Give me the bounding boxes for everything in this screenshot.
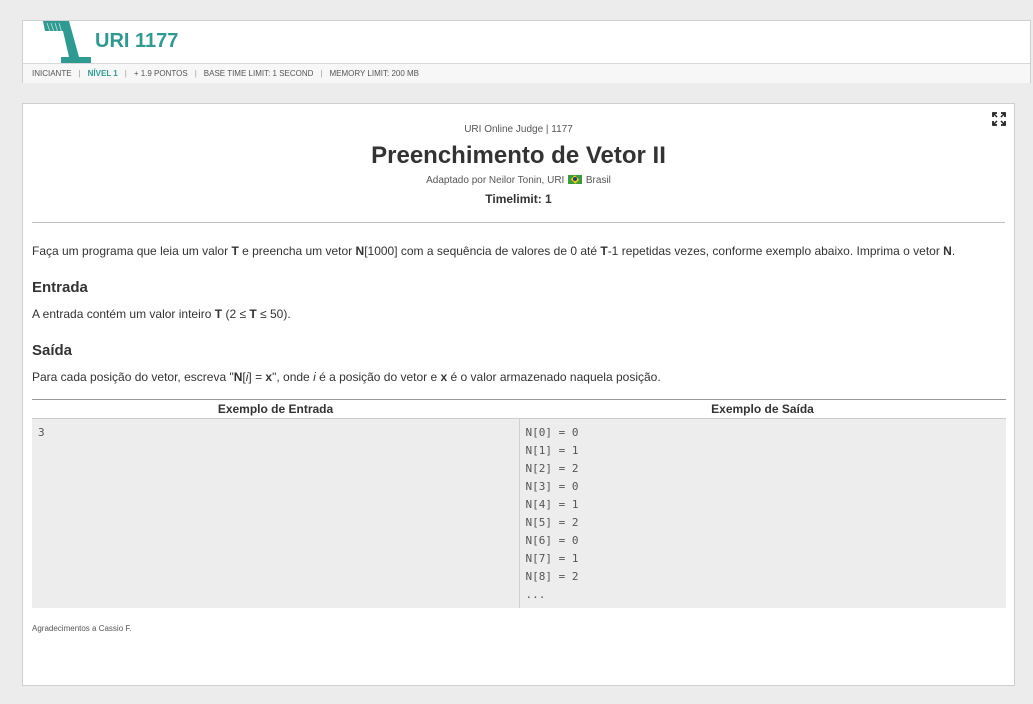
problem-header: URI 1177 INICIANTE | NÍVEL 1 | + 1.9 PON… — [22, 20, 1031, 83]
meta-separator: | — [78, 69, 81, 78]
input-var: T — [249, 307, 257, 321]
input-var: T — [214, 307, 223, 321]
problem-content: URI Online Judge | 1177 Preenchimento de… — [22, 103, 1015, 686]
description-var: T — [600, 244, 608, 258]
sample-output-line: N[5] = 2 — [525, 516, 579, 529]
output-text: ] = — [248, 370, 266, 384]
sample-output-line: N[7] = 1 — [525, 552, 579, 565]
description-text: . — [951, 244, 956, 258]
thanks-text: Agradecimentos a Cassio F. — [32, 624, 132, 633]
judge-label: URI Online Judge | 1177 — [464, 124, 573, 135]
output-text: é o valor armazenado naquela posição. — [447, 370, 661, 384]
sample-table-header: Exemplo de Entrada Exemplo de Saída — [32, 400, 1006, 419]
output-heading: Saída — [32, 342, 73, 359]
sample-output-line: ... — [525, 588, 546, 601]
sample-output-line: N[3] = 0 — [525, 480, 579, 493]
output-text: ", onde — [272, 370, 314, 384]
points-label: + 1.9 PONTOS — [133, 69, 188, 78]
input-text: (2 ≤ — [222, 307, 250, 321]
problem-meta-bar: INICIANTE | NÍVEL 1 | + 1.9 PONTOS | BAS… — [23, 63, 1030, 83]
divider — [32, 222, 1005, 223]
input-text: ≤ 50). — [256, 307, 291, 321]
meta-separator: | — [194, 69, 197, 78]
time-limit-label: BASE TIME LIMIT: 1 SECOND — [203, 69, 314, 78]
sample-input-line: 3 — [38, 426, 45, 439]
author-text: Adaptado por Neilor Tonin, URI — [426, 175, 565, 186]
input-description: A entrada contém um valor inteiro T (2 ≤… — [32, 307, 291, 321]
sample-table: Exemplo de Entrada Exemplo de Saída 3 N[… — [32, 399, 1006, 608]
sample-input-cell: 3 — [32, 419, 520, 608]
level-label[interactable]: NÍVEL 1 — [88, 69, 118, 78]
uri-logo-icon — [43, 21, 91, 63]
description-var: N — [355, 244, 365, 258]
sample-output-cell: N[0] = 0 N[1] = 1 N[2] = 2 N[3] = 0 N[4]… — [519, 419, 1006, 608]
sample-output-line: N[8] = 2 — [525, 570, 579, 583]
description-text: -1 repetidas vezes, conforme exemplo aba… — [607, 244, 944, 258]
problem-description: Faça um programa que leia um valor T e p… — [32, 244, 1012, 258]
timelimit-label: Timelimit: 1 — [485, 192, 552, 206]
sample-output-line: N[4] = 1 — [525, 498, 579, 511]
description-text: Faça um programa que leia um valor — [32, 244, 232, 258]
sample-output-line: N[0] = 0 — [525, 426, 579, 439]
sample-output-header: Exemplo de Saída — [711, 402, 814, 416]
description-var: N — [943, 244, 952, 258]
sample-output-line: N[1] = 1 — [525, 444, 579, 457]
description-text: e preencha um vetor — [238, 244, 356, 258]
sample-table-body: 3 N[0] = 0 N[1] = 1 N[2] = 2 N[3] = 0 N[… — [32, 419, 1006, 608]
input-heading: Entrada — [32, 279, 88, 296]
sample-output-line: N[6] = 0 — [525, 534, 579, 547]
input-text: A entrada contém um valor inteiro — [32, 307, 215, 321]
memory-limit-label: MEMORY LIMIT: 200 MB — [329, 69, 420, 78]
output-text: é a posição do vetor e — [315, 370, 441, 384]
description-var: T — [231, 244, 239, 258]
output-description: Para cada posição do vetor, escreva "N[i… — [32, 370, 661, 384]
description-text: [1000] com a sequência de valores de 0 a… — [364, 244, 601, 258]
country-text: Brasil — [585, 175, 611, 186]
meta-separator: | — [320, 69, 323, 78]
problem-code: URI 1177 — [95, 30, 179, 52]
brazil-flag-icon — [568, 175, 583, 184]
output-text: Para cada posição do vetor, escreva " — [32, 370, 234, 384]
meta-separator: | — [124, 69, 127, 78]
sample-output-line: N[2] = 2 — [525, 462, 579, 475]
sample-input-header: Exemplo de Entrada — [217, 402, 334, 416]
category-label[interactable]: INICIANTE — [32, 69, 72, 78]
page-title: Preenchimento de Vetor II — [371, 142, 666, 169]
author-line: Adaptado por Neilor Tonin, URI Brasil — [23, 175, 1014, 186]
